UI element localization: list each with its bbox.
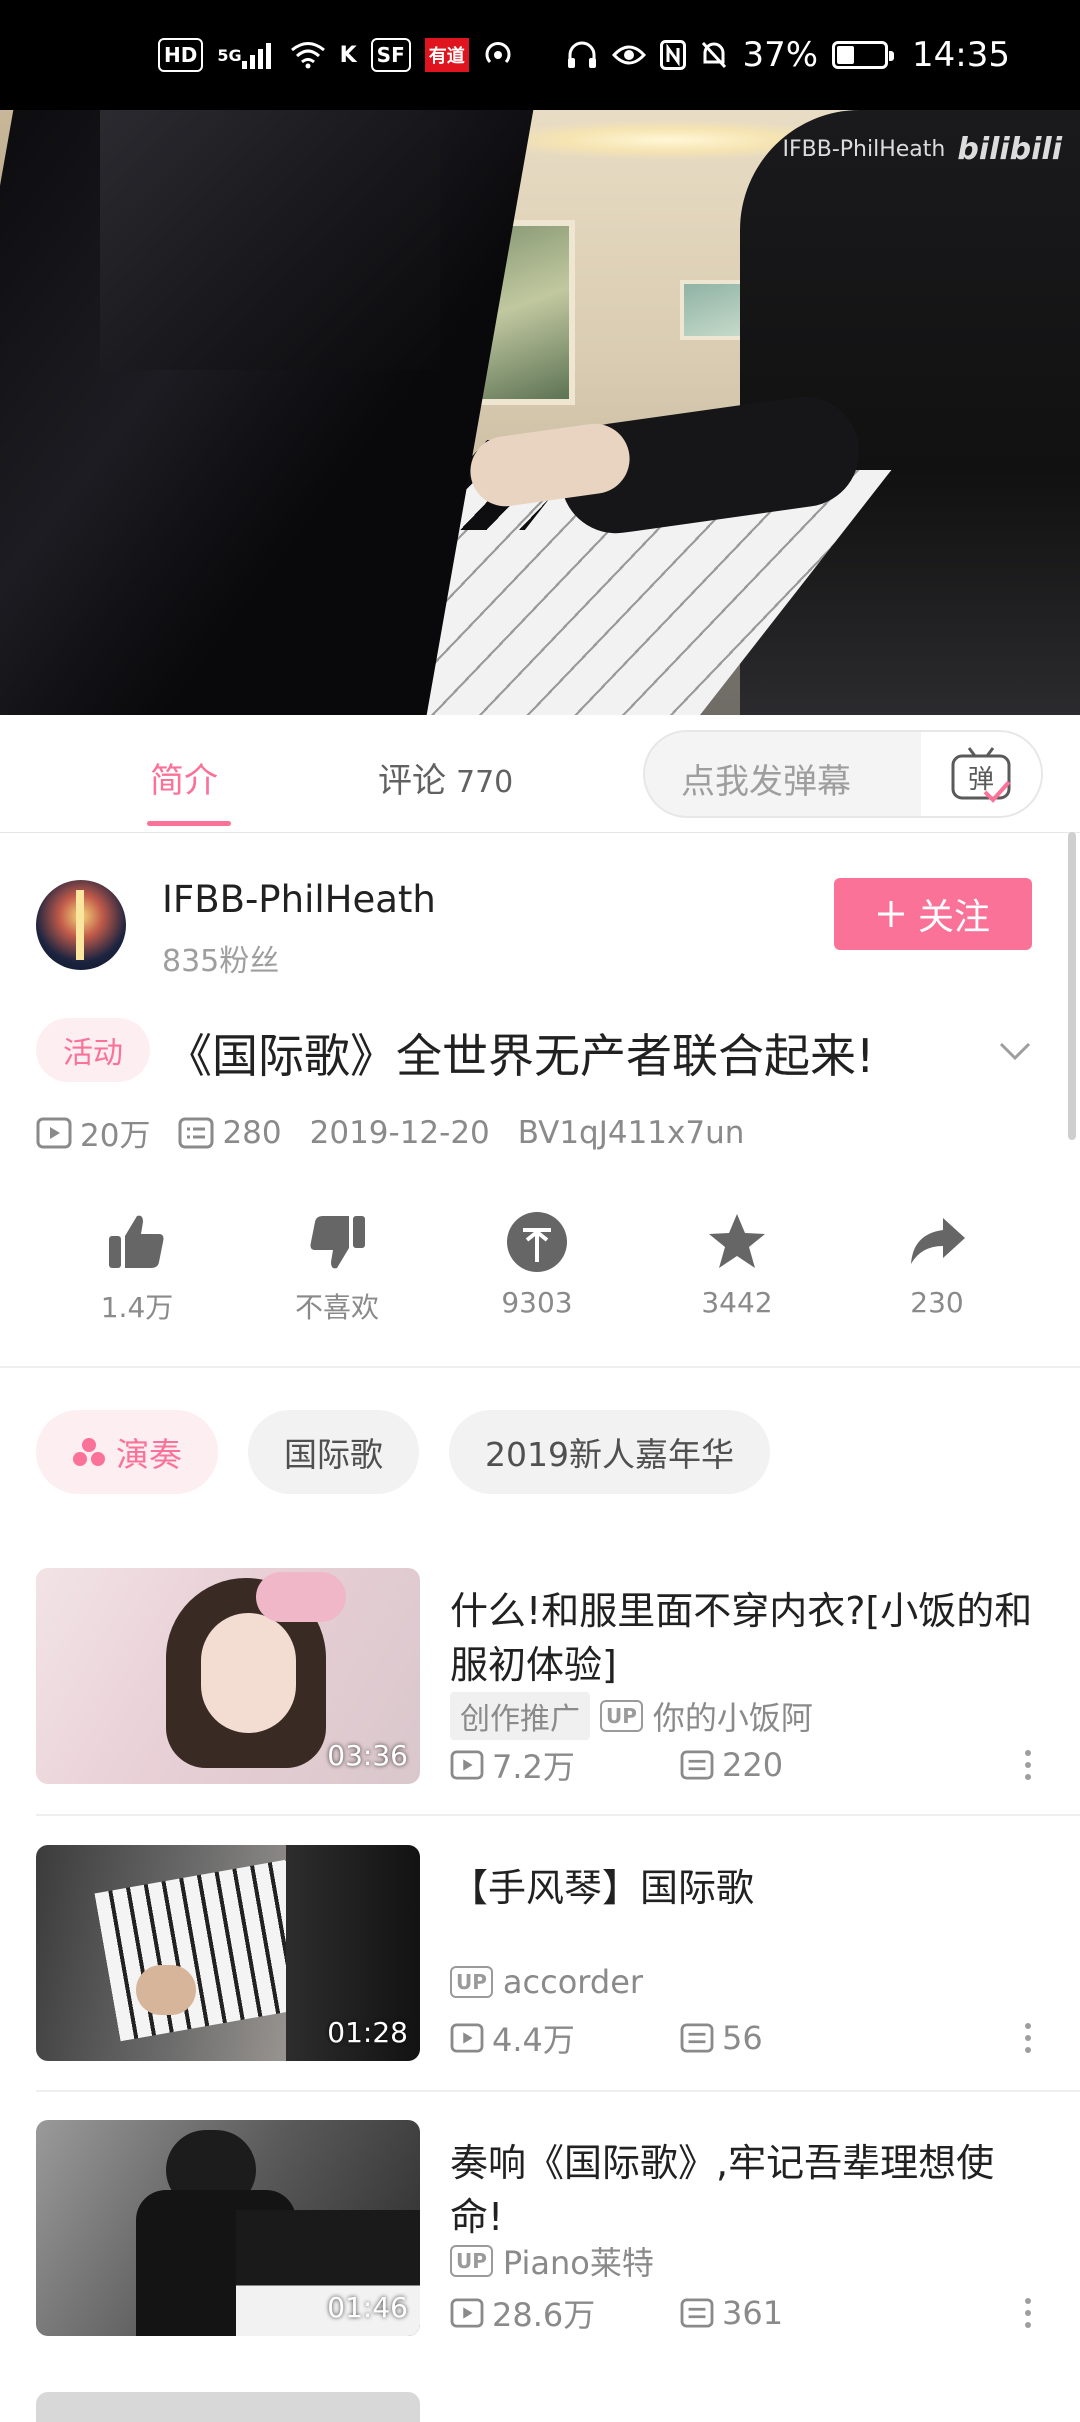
status-icons-left: HD 5G K SF 有道	[158, 38, 513, 72]
activity-tag[interactable]: 活动	[36, 1018, 150, 1082]
svg-text:弹: 弹	[968, 765, 994, 795]
danmaku-count: 361	[722, 2294, 784, 2332]
up-icon: UP	[450, 2245, 493, 2277]
youdao-icon: 有道	[424, 38, 469, 72]
tag-chip[interactable]: 国际歌	[248, 1410, 419, 1494]
thumbs-up-icon	[109, 1215, 164, 1268]
thumbs-down-icon	[310, 1216, 365, 1269]
like-button[interactable]: 1.4万	[72, 1210, 202, 1326]
eye-comfort-icon	[612, 45, 647, 65]
section-divider	[0, 1366, 1080, 1368]
up-icon: UP	[450, 1966, 493, 1998]
hd-icon: HD	[158, 38, 204, 72]
clock: 14:35	[912, 35, 1010, 75]
more-options-icon[interactable]	[1022, 1748, 1034, 1782]
5g-signal-icon: 5G	[217, 38, 275, 72]
mute-bell-icon	[702, 41, 727, 69]
play-count-icon	[450, 2298, 484, 2328]
video-title: 什么!和服里面不穿内衣?[小饭的和服初体验]	[450, 1589, 1033, 1687]
action-row: 1.4万 不喜欢 9303 3442 230	[36, 1210, 1044, 1340]
list-item[interactable]: 01:46 奏响《国际歌》,牢记吾辈理想使命! UP Piano莱特 28.6万…	[36, 2120, 1044, 2360]
follow-button[interactable]: 关注	[834, 878, 1032, 950]
bvid[interactable]: BV1qJ411x7un	[518, 1115, 745, 1151]
wifi-icon	[290, 38, 326, 72]
publish-date: 2019-12-20	[309, 1114, 490, 1151]
star-icon	[709, 1214, 765, 1268]
danmaku-count: 220	[722, 1746, 784, 1784]
promo-badge: 创作推广	[450, 1692, 590, 1740]
battery-percent: 37%	[742, 35, 819, 75]
chevron-down-icon[interactable]	[995, 1030, 1035, 1070]
bilibili-logo: bilibili	[957, 132, 1062, 167]
tab-intro[interactable]: 简介	[150, 753, 218, 802]
danmaku-count-icon	[680, 2023, 714, 2053]
video-thumbnail[interactable]: 01:46	[36, 2120, 420, 2336]
video-duration: 01:28	[327, 2016, 408, 2049]
view-count: 20万	[80, 1118, 151, 1154]
video-duration: 01:46	[327, 2291, 408, 2324]
battery-icon	[832, 41, 895, 69]
uploader-name: Piano莱特	[502, 2244, 654, 2282]
uploader-name[interactable]: IFBB-PhilHeath	[162, 878, 436, 921]
up-icon: UP	[600, 1700, 643, 1732]
video-title: 【手风琴】国际歌	[450, 1866, 755, 1910]
danmaku-input[interactable]: 点我发弹幕 弹	[643, 730, 1043, 818]
comments-count: 770	[456, 765, 514, 800]
uploader-name: 你的小饭阿	[652, 1699, 813, 1737]
play-count-icon	[450, 2023, 484, 2053]
headphones-icon	[568, 41, 597, 68]
video-player[interactable]: IFBB-PhilHeath bilibili	[0, 110, 1080, 715]
uploader-fans: 835粉丝	[162, 944, 280, 979]
coin-icon	[507, 1212, 567, 1272]
list-item[interactable]: 03:36 什么!和服里面不穿内衣?[小饭的和服初体验] 创作推广 UP 你的小…	[36, 1568, 1044, 1808]
video-title: 奏响《国际歌》,牢记吾辈理想使命!	[450, 2141, 995, 2239]
dislike-button[interactable]: 不喜欢	[272, 1210, 402, 1326]
k-app-icon: K	[339, 42, 357, 68]
video-meta: 20万 280 2019-12-20 BV1qJ411x7un	[36, 1110, 772, 1155]
avatar[interactable]	[36, 880, 126, 970]
tag-chip[interactable]: 2019新人嘉年华	[449, 1410, 770, 1494]
video-thumbnail[interactable]: 01:28	[36, 1845, 420, 2061]
more-options-icon[interactable]	[1022, 2021, 1034, 2055]
danmaku-toggle-button[interactable]: 弹	[921, 732, 1041, 816]
tag-list: 演奏 国际歌 2019新人嘉年华	[36, 1410, 770, 1494]
danmaku-count: 280	[222, 1114, 282, 1151]
danmaku-icon: 弹	[951, 747, 1011, 803]
video-title: 《国际歌》全世界无产者联合起来!	[166, 1029, 875, 1083]
danmaku-count-icon	[680, 2298, 714, 2328]
video-watermark: IFBB-PhilHeath bilibili	[782, 132, 1063, 167]
share-button[interactable]: 230	[872, 1210, 1002, 1319]
danmaku-count-icon	[680, 1750, 714, 1780]
status-icons-right: 37% 14:35	[566, 35, 1010, 75]
plus-icon	[877, 901, 904, 927]
favorite-button[interactable]: 3442	[672, 1210, 802, 1319]
more-options-icon[interactable]	[1022, 2296, 1034, 2330]
uploader-name: accorder	[502, 1963, 644, 2001]
tag-chip[interactable]: 演奏	[36, 1410, 218, 1494]
list-item[interactable]: 01:28 【手风琴】国际歌 UP accorder 4.4万 56	[36, 1845, 1044, 2085]
video-thumbnail[interactable]	[36, 2392, 420, 2422]
danmaku-placeholder: 点我发弹幕	[681, 762, 851, 802]
danmaku-count: 56	[722, 2019, 763, 2057]
view-count: 4.4万	[492, 2021, 575, 2059]
active-tab-indicator	[147, 821, 231, 826]
tab-comments[interactable]: 评论 770	[378, 753, 513, 802]
video-duration: 03:36	[327, 1739, 408, 1772]
play-count-icon	[450, 1750, 484, 1780]
video-thumbnail[interactable]: 03:36	[36, 1568, 420, 1784]
status-bar: HD 5G K SF 有道 37% 14:35	[0, 0, 1080, 110]
coin-button[interactable]: 9303	[472, 1210, 602, 1319]
hotspot-icon	[483, 38, 513, 72]
share-icon	[911, 1218, 965, 1264]
danmaku-count-icon	[178, 1117, 214, 1148]
play-count-icon	[36, 1117, 72, 1148]
view-count: 28.6万	[492, 2296, 596, 2334]
view-count: 7.2万	[492, 1748, 575, 1786]
category-icon	[73, 1438, 105, 1466]
sf-express-icon: SF	[370, 38, 411, 72]
scrollbar[interactable]	[1068, 832, 1076, 1140]
nfc-icon	[660, 40, 687, 70]
